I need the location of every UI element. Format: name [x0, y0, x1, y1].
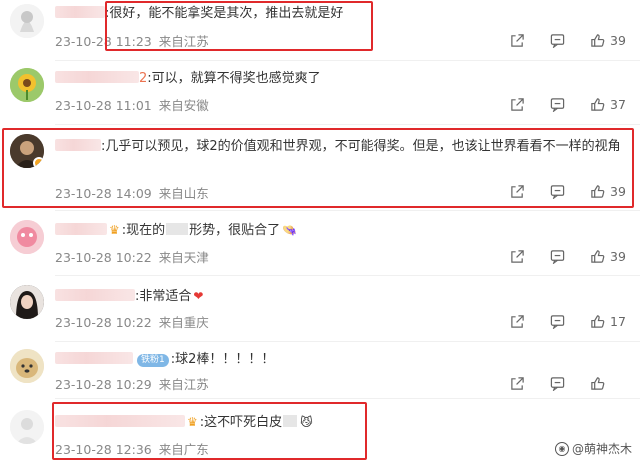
- comment-date: 23-10-28 12:36: [55, 442, 152, 457]
- like-count: 39: [610, 248, 626, 264]
- comment-item: ♛:现在的 形势，很贴合了 👒 23-10-28 10:22 来自天津 39: [0, 212, 640, 274]
- like-count: 17: [610, 313, 626, 329]
- username[interactable]: [55, 6, 105, 18]
- username[interactable]: [55, 352, 133, 364]
- username[interactable]: [55, 139, 101, 151]
- username[interactable]: [55, 223, 107, 235]
- comment-location: 来自安徽: [158, 98, 209, 113]
- crown-icon: ♛: [187, 415, 198, 429]
- avatar[interactable]: [10, 220, 44, 254]
- comment-location: 来自广东: [158, 442, 209, 457]
- comment-meta: 23-10-28 10:29 来自江苏: [55, 374, 209, 393]
- username[interactable]: [55, 289, 135, 301]
- comment-meta: 23-10-28 11:01 来自安徽: [55, 95, 209, 114]
- comment-text: 2:可以，就算不得奖也感觉爽了: [55, 69, 321, 89]
- username[interactable]: [55, 415, 185, 427]
- comment-meta: 23-10-28 10:22 来自重庆: [55, 312, 209, 331]
- comment-text: ♛:现在的 形势，很贴合了 👒: [55, 220, 297, 241]
- comment-location: 来自天津: [158, 250, 209, 265]
- comment-meta: 23-10-28 10:22 来自天津: [55, 247, 209, 266]
- comment-meta: 23-10-28 11:23 来自江苏: [55, 31, 209, 50]
- comment-actions: 39: [485, 183, 626, 199]
- comment-item: :很好，能不能拿奖是其次，推出去就是好 23-10-28 11:23 来自江苏 …: [0, 0, 640, 62]
- like-icon[interactable]: [589, 375, 605, 391]
- avatar[interactable]: [10, 349, 44, 383]
- watermark-logo-icon: ◉: [554, 441, 569, 456]
- comment-text: ♛:这不吓死白皮 😼: [55, 412, 313, 433]
- comment-date: 23-10-28 14:09: [55, 186, 152, 201]
- comment-location: 来自江苏: [158, 377, 209, 392]
- comment-date: 23-10-28 11:23: [55, 34, 152, 49]
- comment-actions: [485, 375, 626, 391]
- avatar[interactable]: [10, 134, 44, 168]
- comment-actions: 37: [485, 96, 626, 112]
- watermark: ◉ @萌神杰木: [554, 440, 632, 457]
- comment-icon[interactable]: [549, 183, 565, 199]
- comment-date: 23-10-28 10:22: [55, 250, 152, 265]
- comment-item: :几乎可以预见，球2的价值观和世界观，不可能得奖。但是，也该让世界看看不一样的视…: [0, 126, 640, 208]
- crown-icon: ♛: [109, 223, 120, 237]
- like-icon[interactable]: [589, 183, 605, 199]
- comment-text: :很好，能不能拿奖是其次，推出去就是好: [55, 4, 343, 24]
- share-icon[interactable]: [509, 32, 525, 48]
- fan-badge[interactable]: 铁粉1: [137, 354, 169, 367]
- comment-icon[interactable]: [549, 32, 565, 48]
- comment-date: 23-10-28 10:29: [55, 377, 152, 392]
- comment-meta: 23-10-28 12:36 来自广东: [55, 439, 209, 458]
- divider: [55, 210, 640, 211]
- like-count: 37: [610, 96, 626, 112]
- divider: [55, 398, 640, 399]
- share-icon[interactable]: [509, 248, 525, 264]
- comment-item: :非常适合 ❤ 23-10-28 10:22 来自重庆 17: [0, 277, 640, 341]
- like-count: 39: [610, 32, 626, 48]
- comment-location: 来自山东: [158, 186, 209, 201]
- divider: [55, 341, 640, 342]
- verified-badge-icon: [33, 157, 44, 168]
- share-icon[interactable]: [509, 375, 525, 391]
- redacted-word: [166, 223, 189, 235]
- avatar[interactable]: [10, 4, 44, 38]
- comment-icon[interactable]: [549, 248, 565, 264]
- heart-icon: ❤: [193, 289, 204, 303]
- redacted-word: [283, 415, 298, 427]
- divider: [55, 275, 640, 276]
- comment-actions: 39: [485, 32, 626, 48]
- like-count: 39: [610, 183, 626, 199]
- comment-actions: 39: [485, 248, 626, 264]
- comment-actions: 17: [485, 313, 626, 329]
- comment-meta: 23-10-28 14:09 来自山东: [55, 183, 209, 202]
- comment-date: 23-10-28 10:22: [55, 315, 152, 330]
- avatar[interactable]: [10, 285, 44, 319]
- comment-location: 来自重庆: [158, 315, 209, 330]
- like-icon[interactable]: [589, 96, 605, 112]
- comment-text: :非常适合 ❤: [55, 286, 203, 307]
- comment-text: :几乎可以预见，球2的价值观和世界观，不可能得奖。但是，也该让世界看看不一样的视…: [55, 135, 625, 159]
- username[interactable]: [55, 71, 139, 83]
- share-icon[interactable]: [509, 96, 525, 112]
- hat-emoji-icon: 👒: [282, 223, 298, 237]
- comment-date: 23-10-28 11:01: [55, 98, 152, 113]
- like-icon[interactable]: [589, 32, 605, 48]
- comment-item: 铁粉1:球2棒！！！！！ 23-10-28 10:29 来自江苏: [0, 343, 640, 397]
- comment-icon[interactable]: [549, 375, 565, 391]
- comment-icon[interactable]: [549, 96, 565, 112]
- comment-item: ♛:这不吓死白皮 😼 23-10-28 12:36 来自广东: [0, 400, 640, 467]
- comment-text: 铁粉1:球2棒！！！！！: [55, 350, 274, 370]
- divider: [55, 124, 640, 125]
- like-icon[interactable]: [589, 248, 605, 264]
- like-icon[interactable]: [589, 313, 605, 329]
- comment-icon[interactable]: [549, 313, 565, 329]
- comment-location: 来自江苏: [158, 34, 209, 49]
- avatar[interactable]: [10, 68, 44, 102]
- avatar[interactable]: [10, 410, 44, 444]
- share-icon[interactable]: [509, 313, 525, 329]
- divider: [55, 60, 640, 61]
- cat-emoji-icon: 😼: [300, 415, 313, 429]
- comment-item: 2:可以，就算不得奖也感觉爽了 23-10-28 11:01 来自安徽 37: [0, 62, 640, 124]
- share-icon[interactable]: [509, 183, 525, 199]
